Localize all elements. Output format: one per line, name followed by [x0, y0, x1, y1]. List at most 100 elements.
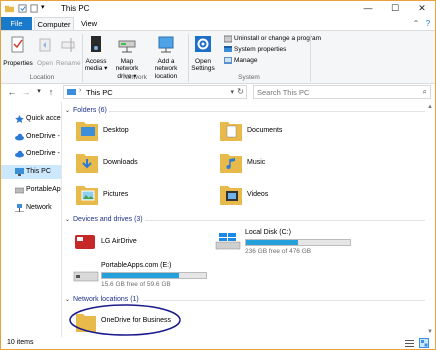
up-arrow-icon[interactable]: ↑	[46, 86, 56, 98]
drive-local-disk-c[interactable]: Local Disk (C:) 236 GB free of 476 GB	[215, 229, 365, 259]
disk-usage-fill	[246, 240, 298, 245]
scroll-up-icon[interactable]: ▲	[427, 104, 433, 110]
recent-locations-chevron-icon[interactable]: ▾	[34, 86, 44, 98]
content-scrollbar[interactable]: ▲ ▼	[427, 102, 435, 337]
back-arrow-icon[interactable]: ←	[7, 86, 17, 98]
disk-usage-bar	[245, 239, 351, 246]
videos-folder-icon	[220, 186, 242, 205]
system-properties-icon	[224, 46, 232, 52]
large-icons-view-icon[interactable]	[419, 338, 429, 348]
properties-icon	[11, 36, 24, 53]
folder-desktop[interactable]: Desktop	[75, 118, 215, 148]
downloads-folder-icon	[76, 154, 98, 173]
documents-folder-icon	[220, 122, 242, 141]
external-drive-icon	[75, 235, 95, 249]
address-bar[interactable]: › This PC ▾ ↻	[63, 85, 247, 99]
breadcrumb[interactable]: This PC	[86, 88, 113, 97]
tab-computer[interactable]: Computer	[34, 17, 74, 30]
collapse-chevron-icon: ⌄	[65, 217, 71, 223]
drive-lg-airdrive[interactable]: LG AirDrive	[71, 229, 211, 259]
group-divider	[145, 220, 425, 221]
folder-icon	[5, 5, 14, 13]
ribbon: Properties Open Rename Location Access m	[1, 30, 435, 84]
windows-disk-icon	[215, 233, 241, 250]
tab-file[interactable]: File	[1, 17, 32, 30]
item-count: 10 items	[7, 339, 34, 346]
folder-pictures[interactable]: Pictures	[75, 182, 215, 212]
details-view-icon[interactable]	[405, 339, 414, 347]
minimize-button[interactable]: —	[355, 1, 381, 17]
maximize-button[interactable]: ☐	[382, 1, 408, 17]
open-button[interactable]: Open	[35, 34, 55, 67]
settings-gear-icon	[195, 36, 211, 52]
ribbon-separator	[188, 34, 189, 82]
content-pane: ⌄ Folders (6) Desktop Documents Download…	[63, 102, 427, 337]
disk-usage-bar	[101, 272, 207, 279]
group-divider	[109, 111, 425, 112]
address-dropdown-icon[interactable]: ▾	[230, 88, 234, 96]
open-icon	[39, 38, 51, 52]
system-group-label: System	[238, 74, 260, 81]
access-media-button[interactable]: Access media ▾	[84, 34, 108, 73]
collapse-chevron-icon: ⌄	[65, 108, 71, 114]
ribbon-separator	[82, 34, 83, 82]
computer-icon	[15, 168, 24, 176]
navigation-pane: Quick access OneDrive - OneDrive - This …	[1, 102, 61, 337]
forward-arrow-icon[interactable]: →	[21, 86, 31, 98]
add-network-location-icon	[158, 36, 174, 53]
music-folder-icon	[220, 154, 242, 173]
nav-item-network[interactable]: Network	[1, 201, 61, 215]
disk-usage-fill	[102, 273, 179, 278]
new-folder-quick-icon[interactable]	[30, 4, 39, 13]
desktop-folder-icon	[76, 122, 98, 141]
breadcrumb-separator-icon: ›	[79, 87, 82, 94]
nav-item-onedrive-1[interactable]: OneDrive -	[1, 130, 61, 144]
status-bar: 10 items	[1, 337, 435, 349]
ribbon-separator	[310, 34, 311, 82]
rename-button[interactable]: Rename	[56, 34, 81, 67]
navigation-pane-scrollbar[interactable]	[61, 102, 62, 337]
nav-item-quick-access[interactable]: Quick access	[1, 112, 61, 126]
help-icon[interactable]: ?	[423, 19, 433, 29]
folder-music[interactable]: Music	[219, 150, 359, 180]
network-drive-icon	[118, 40, 136, 53]
nav-item-onedrive-2[interactable]: OneDrive -	[1, 147, 61, 161]
highlight-annotation-ellipse	[69, 304, 181, 336]
collapse-ribbon-icon[interactable]: ⌃	[411, 19, 421, 29]
usb-drive-icon	[73, 271, 99, 282]
location-group-label: Location	[29, 74, 55, 81]
rename-icon	[61, 38, 75, 52]
search-box[interactable]: ⌕	[253, 85, 431, 99]
usb-drive-icon	[15, 187, 24, 194]
search-icon: ⌕	[422, 87, 427, 96]
media-server-icon	[91, 36, 101, 52]
window-title: This PC	[61, 4, 90, 13]
manage-icon	[224, 57, 232, 64]
cloud-icon	[15, 133, 24, 141]
drive-portableapps-e[interactable]: PortableApps.com (E:) 15.6 GB free of 59…	[71, 262, 221, 292]
title-bar: ▾ This PC — ☐ ✕	[1, 1, 435, 17]
search-input[interactable]	[257, 87, 407, 98]
network-group-label: Network	[123, 74, 147, 81]
address-row: ← → ▾ ↑ › This PC ▾ ↻ ⌕	[1, 84, 435, 100]
tab-view[interactable]: View	[76, 17, 102, 30]
folder-downloads[interactable]: Downloads	[75, 150, 215, 180]
cloud-icon	[15, 150, 24, 158]
star-icon	[15, 115, 24, 123]
uninstall-icon	[224, 35, 232, 43]
nav-item-this-pc[interactable]: This PC	[1, 165, 61, 179]
scroll-down-icon[interactable]: ▼	[427, 329, 433, 335]
folder-videos[interactable]: Videos	[219, 182, 359, 212]
ribbon-tabs: File Computer View ⌃ ?	[1, 17, 435, 30]
customize-quick-access-chevron-icon[interactable]: ▾	[41, 3, 53, 12]
nav-item-portableapps[interactable]: PortableApps	[1, 183, 61, 197]
open-settings-button[interactable]: Open Settings	[190, 34, 216, 73]
folder-documents[interactable]: Documents	[219, 118, 359, 148]
this-pc-icon	[67, 89, 76, 95]
properties-button[interactable]: Properties	[3, 34, 33, 67]
properties-quick-icon[interactable]	[18, 4, 27, 13]
refresh-icon[interactable]: ↻	[237, 87, 244, 96]
close-button[interactable]: ✕	[409, 1, 435, 17]
pictures-folder-icon	[76, 186, 98, 205]
explorer-window: ▾ This PC — ☐ ✕ File Computer View ⌃ ? P…	[0, 0, 436, 350]
